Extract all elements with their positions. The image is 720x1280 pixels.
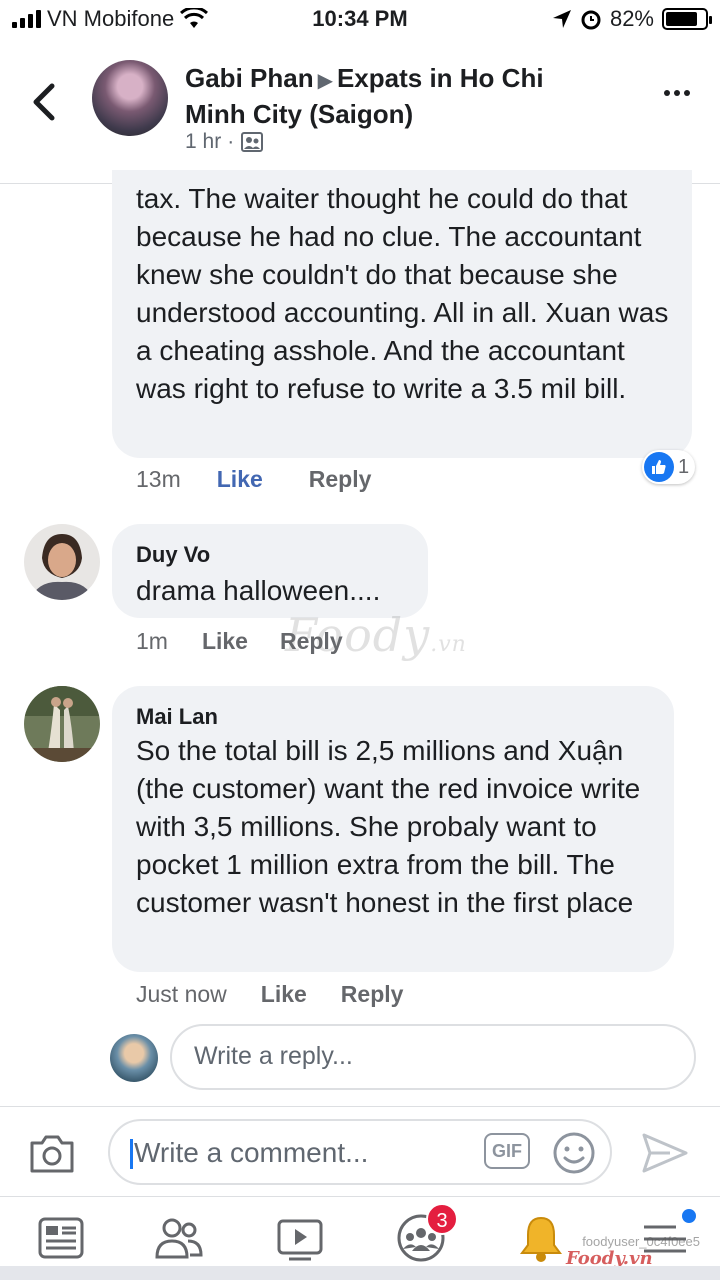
menu-indicator-dot [682, 1209, 696, 1223]
commenter-avatar[interactable] [24, 524, 100, 600]
watermark-suffix: .vn [430, 632, 467, 657]
commenter-name[interactable]: Duy Vo [136, 542, 210, 568]
comment-actions: 13m Like Reply [136, 466, 371, 493]
comment-text: drama halloween.... [136, 575, 381, 606]
like-button[interactable]: Like [202, 628, 248, 655]
status-right: 82% [552, 6, 712, 32]
notification-badge: 3 [426, 1203, 458, 1235]
meta-dot: · [227, 130, 235, 153]
friends-icon[interactable] [154, 1213, 204, 1263]
status-bar: VN Mobifone 10:34 PM 82% [0, 0, 720, 40]
comment-bubble: Mai Lan So the total bill is 2,5 million… [112, 686, 674, 972]
like-button[interactable]: Like [217, 466, 263, 493]
home-indicator-strip [0, 1266, 720, 1280]
text-cursor [130, 1139, 133, 1169]
reply-input[interactable]: Write a reply... [170, 1024, 696, 1090]
gif-button[interactable]: GIF [484, 1133, 530, 1169]
thumbs-up-icon [644, 452, 674, 482]
battery-percent: 82% [609, 6, 654, 31]
alarm-icon [581, 10, 601, 30]
groups-tab[interactable]: 3 [396, 1203, 458, 1263]
battery-icon [662, 8, 712, 30]
comment-actions: Just now Like Reply [136, 981, 403, 1008]
notifications-bell-icon[interactable] [516, 1213, 566, 1263]
comment-input[interactable]: Write a comment... GIF [108, 1119, 612, 1185]
send-icon[interactable] [640, 1131, 690, 1175]
comment-time: 1m [136, 628, 168, 654]
comment-placeholder: Write a comment... [134, 1137, 369, 1168]
watermark-brand: Foody [285, 608, 431, 662]
news-feed-icon[interactable] [36, 1213, 86, 1263]
triangle-arrow-icon: ▶ [317, 70, 333, 92]
comment-text: tax. The waiter thought he could do that… [136, 183, 669, 404]
reaction-number: 1 [678, 455, 690, 478]
reply-button[interactable]: Reply [309, 466, 372, 493]
like-button[interactable]: Like [261, 981, 307, 1008]
post-title[interactable]: Gabi Phan ▶ Expats in Ho Chi Minh City (Sa… [185, 62, 605, 131]
commenter-name[interactable]: Mai Lan [136, 704, 218, 730]
group-avatar[interactable] [92, 60, 168, 136]
reply-button[interactable]: Reply [341, 981, 404, 1008]
post-header: Gabi Phan ▶ Expats in Ho Chi Minh City (Sa… [0, 50, 720, 184]
comment-time: Just now [136, 981, 227, 1007]
comment-composer: Write a comment... GIF [0, 1106, 720, 1196]
foody-watermark: Foody.vn [285, 608, 467, 662]
more-options-icon[interactable] [664, 90, 690, 96]
post-time: 1 hr [185, 130, 222, 153]
comment-text: So the total bill is 2,5 millions and Xu… [136, 735, 641, 918]
my-avatar [110, 1034, 158, 1082]
foody-user-watermark: foodyuser_0c4f0ee5 [582, 1234, 700, 1249]
comment-time: 13m [136, 466, 181, 492]
comment-bubble: Duy Vo drama halloween.... [112, 524, 428, 618]
emoji-icon[interactable] [552, 1131, 596, 1175]
camera-icon[interactable] [28, 1131, 76, 1175]
author-name[interactable]: Gabi Phan [185, 63, 314, 93]
reaction-count[interactable]: 1 [642, 450, 696, 484]
comment-bubble: tax. The waiter thought he could do that… [112, 170, 692, 458]
post-meta: 1 hr · [185, 130, 264, 154]
location-arrow-icon [552, 10, 571, 28]
group-privacy-icon [241, 132, 264, 152]
commenter-avatar[interactable] [24, 686, 100, 762]
watch-video-icon[interactable] [275, 1213, 325, 1263]
back-arrow-icon[interactable] [26, 80, 66, 124]
